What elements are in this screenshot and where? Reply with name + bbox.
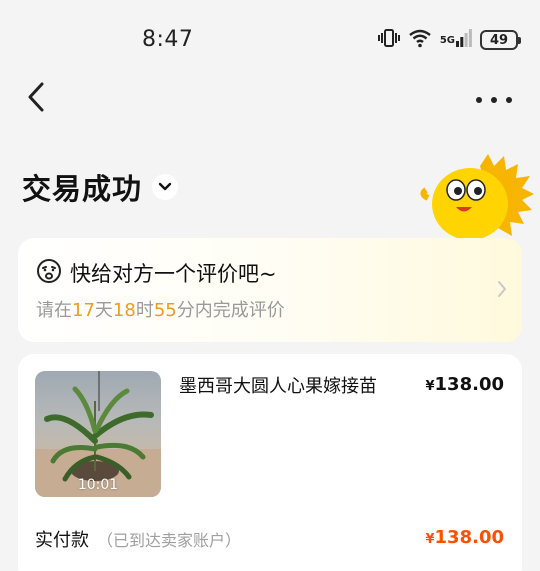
deadline-suffix: 内完成评价 [194, 300, 285, 321]
product-price-symbol: ¥ [425, 379, 435, 394]
paid-row: 实付款 （已到达卖家账户） [35, 526, 241, 552]
deadline-hours: 18 [112, 300, 136, 321]
review-prompt-title: 快给对方一个评价吧~ [70, 262, 277, 286]
deadline-days: 17 [72, 300, 95, 321]
review-prompt-header: 快给对方一个评价吧~ [36, 258, 277, 288]
battery-icon: 49 [480, 30, 521, 50]
order-detail-card: 10:01 墨西哥大圆人心果嫁接苗 ¥138.00 实付款 （已到达卖家账户） … [18, 354, 522, 571]
more-button[interactable] [476, 90, 512, 110]
paid-amount-symbol: ¥ [425, 532, 435, 547]
chevron-down-icon [158, 182, 172, 191]
product-price-value: 138.00 [434, 374, 504, 395]
status-icons: 5G 49 [377, 28, 521, 52]
review-deadline-text: 请在17天18时55分内完成评价 [36, 296, 285, 322]
deadline-hours-unit: 时 [135, 300, 154, 321]
chevron-left-icon [28, 82, 44, 112]
paid-label: 实付款 [35, 530, 89, 551]
review-prompt-card[interactable]: 快给对方一个评价吧~ 请在17天18时55分内完成评价 [18, 238, 522, 342]
order-status-title: 交易成功 [22, 172, 143, 206]
deadline-prefix: 请在 [36, 300, 72, 321]
back-button[interactable] [22, 80, 52, 114]
paid-amount: ¥138.00 [425, 527, 504, 548]
battery-level: 49 [489, 32, 509, 48]
deadline-days-unit: 天 [94, 300, 113, 321]
mascot-fish-illustration [418, 150, 538, 245]
status-expand-button[interactable] [152, 174, 179, 200]
chevron-right-icon [496, 280, 508, 302]
video-duration: 10:01 [77, 477, 119, 493]
smiley-face-icon [36, 258, 62, 288]
more-dot-icon [506, 97, 512, 103]
product-title[interactable]: 墨西哥大圆人心果嫁接苗 [179, 372, 377, 398]
status-time: 8:47 [142, 27, 194, 52]
deadline-minutes: 55 [153, 300, 177, 321]
order-status-header: 交易成功 [22, 166, 179, 208]
wifi-icon [408, 28, 432, 52]
vibrate-icon [377, 28, 400, 52]
more-dot-icon [476, 97, 482, 103]
product-video-thumbnail[interactable]: 10:01 [35, 371, 161, 497]
deadline-minutes-unit: 分 [176, 300, 195, 321]
network-type-label: 5G [439, 35, 455, 46]
product-price: ¥138.00 [425, 374, 504, 395]
paid-amount-value: 138.00 [434, 527, 504, 548]
status-bar: 8:47 5G 49 [0, 0, 540, 80]
paid-note: （已到达卖家账户） [97, 531, 242, 550]
signal-icon [456, 29, 472, 51]
more-dot-icon [491, 97, 497, 103]
